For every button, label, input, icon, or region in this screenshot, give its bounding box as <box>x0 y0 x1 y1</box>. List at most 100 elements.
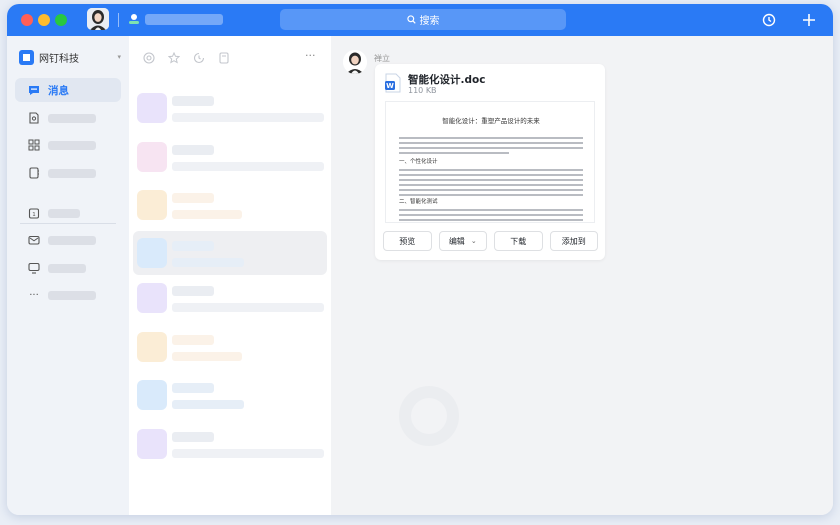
title-bar: 搜索 <box>7 4 833 36</box>
conversation-title-placeholder <box>172 96 214 106</box>
conversation-preview-placeholder <box>172 352 242 361</box>
download-button-label: 下载 <box>510 236 527 246</box>
conversation-item[interactable] <box>133 422 327 466</box>
close-window-button[interactable] <box>21 14 33 26</box>
preview-text-line <box>399 169 583 171</box>
nav-label-messages: 消息 <box>48 84 69 97</box>
sender-avatar[interactable] <box>343 50 367 74</box>
at-mention-icon[interactable] <box>143 52 155 64</box>
conversation-title-placeholder <box>172 145 214 155</box>
conversation-item-selected[interactable] <box>133 231 327 275</box>
conversation-item[interactable] <box>133 373 327 417</box>
conversation-avatar <box>137 93 167 123</box>
conversation-filter-bar <box>143 50 230 66</box>
chevron-down-icon: ▾ <box>117 53 121 61</box>
add-to-button[interactable]: 添加到 <box>549 231 598 251</box>
preview-text-line <box>399 174 583 176</box>
conversation-preview-placeholder <box>172 162 324 171</box>
app-window: 搜索 网钉科技 ▾ 消息 1 ··· ··· 禅立 W 智能化设计.doc 11… <box>7 4 833 515</box>
nav-item-workbench[interactable] <box>15 133 121 157</box>
org-switcher[interactable]: 网钉科技 ▾ <box>19 48 121 66</box>
file-size: 110 KB <box>408 86 437 95</box>
conversation-preview-placeholder <box>172 210 242 219</box>
chevron-down-icon: ⌄ <box>470 237 477 245</box>
preview-text-line <box>399 179 583 181</box>
star-icon[interactable] <box>168 52 180 64</box>
preview-text-line <box>399 209 583 211</box>
more-options-icon[interactable]: ··· <box>305 49 316 62</box>
nav-item-mail[interactable] <box>15 228 121 252</box>
org-logo-icon <box>19 49 34 65</box>
contacts-book-icon <box>28 167 40 179</box>
conversation-avatar <box>137 190 167 220</box>
chat-panel: 禅立 W 智能化设计.doc 110 KB 智能化设计：重塑产品设计的未来 一、… <box>331 36 833 515</box>
history-button[interactable] <box>759 10 779 30</box>
clock-history-icon[interactable] <box>193 52 205 64</box>
conversation-item[interactable] <box>133 276 327 320</box>
watermark-logo-icon <box>399 386 459 446</box>
file-name: 智能化设计.doc <box>408 74 486 86</box>
conversation-item[interactable] <box>133 183 327 227</box>
sidebar: 网钉科技 ▾ 消息 1 ··· <box>7 36 129 515</box>
preview-text-line <box>399 137 583 139</box>
nav-item-calendar[interactable]: 1 <box>15 201 121 225</box>
svg-text:W: W <box>386 82 394 90</box>
preview-text-line <box>399 184 583 186</box>
nav-item-meeting[interactable] <box>15 256 121 280</box>
conversation-title-placeholder <box>172 432 214 442</box>
conversation-title-placeholder <box>172 286 214 296</box>
clock-icon <box>762 13 776 27</box>
archive-icon[interactable] <box>218 52 230 64</box>
conversation-preview-placeholder <box>172 400 244 409</box>
titlebar-divider <box>118 13 119 27</box>
conversation-item[interactable] <box>133 135 327 179</box>
edit-dropdown-button[interactable]: 编辑 ⌄ <box>438 231 487 251</box>
nav-item-messages[interactable]: 消息 <box>15 78 121 102</box>
download-button[interactable]: 下载 <box>494 231 543 251</box>
mail-icon <box>28 234 40 246</box>
conversation-preview-placeholder <box>172 113 324 122</box>
minimize-window-button[interactable] <box>38 14 50 26</box>
user-avatar[interactable] <box>87 8 109 30</box>
org-name: 网钉科技 <box>39 53 79 65</box>
nav-item-docs[interactable] <box>15 106 121 130</box>
edit-button-label: 编辑 <box>448 236 465 246</box>
create-button[interactable] <box>799 10 819 30</box>
nav-item-more[interactable]: ··· <box>15 283 121 307</box>
nav-label-placeholder <box>48 290 96 300</box>
file-message-card[interactable]: W 智能化设计.doc 110 KB 智能化设计：重塑产品设计的未来 一、个性化… <box>375 64 605 260</box>
conversation-title-placeholder <box>172 241 214 251</box>
preview-text-line <box>399 189 583 191</box>
conversation-preview-placeholder <box>172 258 244 267</box>
conversation-title-placeholder <box>172 193 214 203</box>
plus-icon <box>803 14 815 26</box>
document-preview-thumbnail[interactable]: 智能化设计：重塑产品设计的未来 一、个性化设计 二、智能化测试 <box>385 101 595 223</box>
nav-label-placeholder <box>48 168 96 178</box>
org-status-icon[interactable] <box>127 12 141 26</box>
preview-doc-title: 智能化设计：重塑产品设计的未来 <box>442 117 540 125</box>
message-icon <box>28 84 40 96</box>
conversation-item[interactable] <box>133 325 327 369</box>
conversation-avatar <box>137 429 167 459</box>
nav-label-placeholder <box>48 263 86 273</box>
preview-text-line <box>399 147 583 149</box>
preview-button[interactable]: 预览 <box>383 231 432 251</box>
preview-text-line <box>399 194 583 196</box>
search-bar[interactable]: 搜索 <box>280 9 566 30</box>
conversation-title-placeholder <box>172 383 214 393</box>
preview-text-line <box>399 219 583 221</box>
nav-label-placeholder <box>48 140 96 150</box>
conversation-item[interactable] <box>133 86 327 130</box>
file-actions: 预览 编辑 ⌄ 下载 添加到 <box>383 231 598 251</box>
add-to-button-label: 添加到 <box>561 236 586 246</box>
monitor-icon <box>28 262 40 274</box>
nav-label-placeholder <box>48 235 96 245</box>
user-portrait-icon <box>87 8 109 30</box>
preview-button-label: 预览 <box>399 236 416 246</box>
svg-text:1: 1 <box>32 212 36 218</box>
org-name-placeholder <box>145 14 223 25</box>
nav-item-contacts[interactable] <box>15 161 121 185</box>
nav-label-placeholder <box>48 208 80 218</box>
word-document-icon: W <box>385 73 401 93</box>
maximize-window-button[interactable] <box>55 14 67 26</box>
